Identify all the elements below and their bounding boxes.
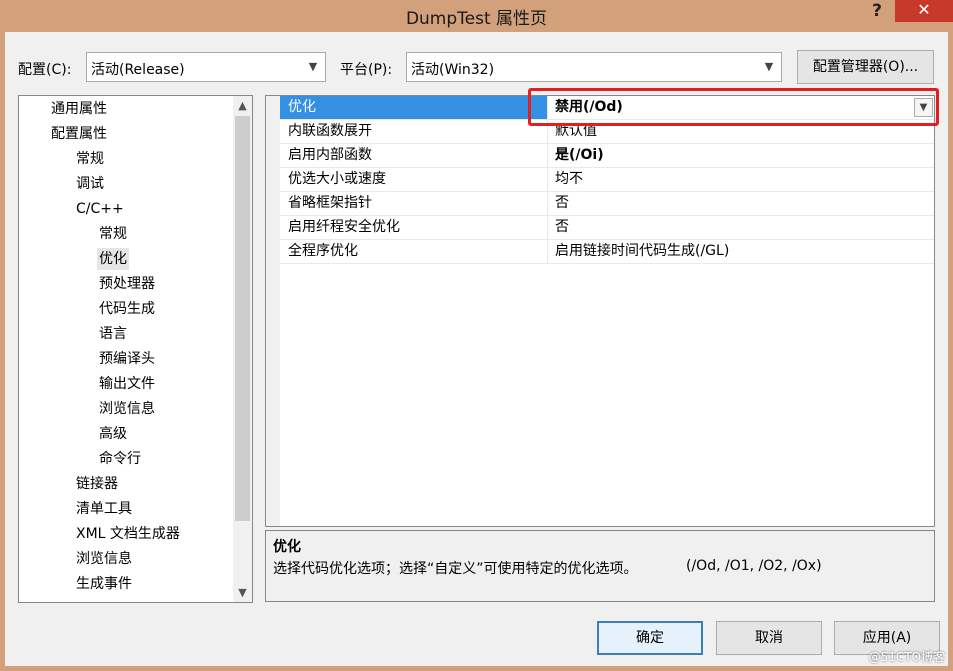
property-name: 优化 bbox=[280, 96, 548, 119]
property-row[interactable]: 优化 禁用(/Od) ▼ bbox=[280, 96, 934, 120]
watermark: @51CTO博客 bbox=[868, 650, 945, 664]
property-value[interactable]: 否 bbox=[555, 216, 569, 239]
scroll-thumb[interactable] bbox=[235, 116, 250, 521]
tree-item[interactable]: 浏览信息 bbox=[97, 398, 157, 420]
tree-item[interactable]: 预编译头 bbox=[97, 348, 157, 370]
title-bar: DumpTest 属性页 ? ✕ bbox=[0, 0, 953, 32]
tree-item[interactable]: 优化 bbox=[97, 248, 129, 270]
grid-gutter bbox=[266, 96, 280, 526]
tree-item[interactable]: 通用属性 bbox=[49, 98, 109, 120]
scroll-down-icon[interactable]: ▼ bbox=[233, 583, 252, 602]
description-panel: 优化 选择代码优化选项；选择“自定义”可使用特定的优化选项。 (/Od, /O1… bbox=[265, 530, 935, 602]
tree-item[interactable]: 预处理器 bbox=[97, 273, 157, 295]
property-row[interactable]: 启用内部函数 是(/Oi) bbox=[280, 144, 934, 168]
property-grid: 优化 禁用(/Od) ▼ 内联函数展开 默认值 启用内部函数 是(/Oi) 优选大小或速度 均不… bbox=[265, 95, 935, 527]
property-value[interactable]: 禁用(/Od) bbox=[555, 96, 623, 119]
property-row[interactable]: 省略框架指针否 bbox=[280, 192, 934, 216]
tree-item[interactable]: 链接器 bbox=[74, 473, 120, 495]
tree-item[interactable]: 生成事件 bbox=[74, 573, 134, 595]
property-row[interactable]: 内联函数展开 默认值 bbox=[280, 120, 934, 144]
config-label: 配置(C): bbox=[18, 62, 72, 78]
platform-label: 平台(P): bbox=[340, 62, 393, 78]
description-text: 选择代码优化选项；选择“自定义”可使用特定的优化选项。 bbox=[273, 561, 638, 577]
ok-button[interactable]: 确定 bbox=[597, 621, 703, 655]
tree-item[interactable]: 常规 bbox=[74, 148, 106, 170]
help-button[interactable]: ? bbox=[862, 0, 892, 24]
tree-item[interactable]: 调试 bbox=[74, 173, 106, 195]
property-row[interactable]: 全程序优化 启用链接时间代码生成(/GL) bbox=[280, 240, 934, 264]
config-combo-value: 活动(Release) bbox=[91, 62, 185, 78]
tree-scrollbar[interactable]: ▲ ▼ bbox=[233, 96, 252, 602]
cancel-button[interactable]: 取消 bbox=[716, 621, 822, 655]
close-button[interactable]: ✕ bbox=[895, 0, 953, 22]
property-name: 启用内部函数 bbox=[280, 144, 548, 167]
tree-item[interactable]: XML 文档生成器 bbox=[74, 523, 182, 545]
property-row[interactable]: 启用纤程安全优化否 bbox=[280, 216, 934, 240]
tree-item[interactable]: 常规 bbox=[97, 223, 129, 245]
property-value[interactable]: 默认值 bbox=[555, 120, 597, 143]
tree-item[interactable]: C/C++ bbox=[74, 198, 126, 220]
tree-item[interactable]: 语言 bbox=[97, 323, 129, 345]
chevron-down-icon: ▼ bbox=[308, 60, 318, 73]
platform-combo[interactable]: 活动(Win32) ▼ bbox=[406, 52, 782, 82]
tree-item[interactable]: 清单工具 bbox=[74, 498, 134, 520]
tree-item[interactable]: 浏览信息 bbox=[74, 548, 134, 570]
property-value[interactable]: 启用链接时间代码生成(/GL) bbox=[555, 240, 729, 263]
tree-item[interactable]: 命令行 bbox=[97, 448, 143, 470]
tree-item[interactable]: 输出文件 bbox=[97, 373, 157, 395]
platform-combo-value: 活动(Win32) bbox=[411, 62, 495, 78]
property-name: 内联函数展开 bbox=[280, 120, 548, 143]
property-name: 优选大小或速度 bbox=[280, 168, 548, 191]
tree-item[interactable]: 代码生成 bbox=[97, 298, 157, 320]
tree-item[interactable]: 配置属性 bbox=[49, 123, 109, 145]
window-title: DumpTest 属性页 bbox=[405, 9, 548, 29]
config-manager-button[interactable]: 配置管理器(O)... bbox=[797, 50, 934, 84]
property-value[interactable]: 否 bbox=[555, 192, 569, 215]
dialog-client: 配置(C): 活动(Release) ▼ 平台(P): 活动(Win32) ▼ … bbox=[5, 32, 948, 666]
property-tree[interactable]: 通用属性 配置属性 常规 调试 C/C++ 常规 优化 预处理器 代码生成 语言 预编译头 输出文件浏… bbox=[18, 95, 253, 603]
property-name: 启用纤程安全优化 bbox=[280, 216, 548, 239]
description-title: 优化 bbox=[273, 539, 301, 555]
chevron-down-icon[interactable]: ▼ bbox=[914, 98, 933, 117]
property-value[interactable]: 是(/Oi) bbox=[555, 144, 604, 167]
chevron-down-icon: ▼ bbox=[764, 60, 774, 73]
tree-item[interactable]: 高级 bbox=[97, 423, 129, 445]
property-name: 省略框架指针 bbox=[280, 192, 548, 215]
description-options: (/Od, /O1, /O2, /Ox) bbox=[686, 558, 822, 574]
property-row[interactable]: 优选大小或速度 均不 bbox=[280, 168, 934, 192]
property-value[interactable]: 均不 bbox=[555, 168, 583, 191]
scroll-up-icon[interactable]: ▲ bbox=[233, 96, 252, 115]
property-name: 全程序优化 bbox=[280, 240, 548, 263]
config-combo[interactable]: 活动(Release) ▼ bbox=[86, 52, 326, 82]
